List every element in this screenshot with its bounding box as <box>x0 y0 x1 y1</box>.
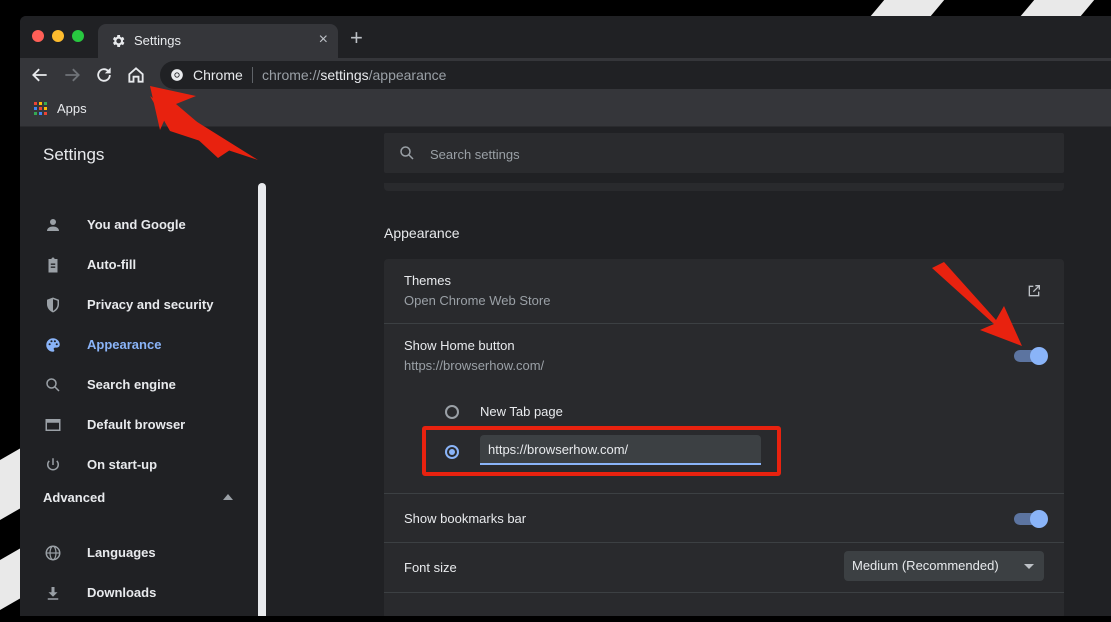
close-window-button[interactable] <box>32 30 44 42</box>
sidebar-item-privacy[interactable]: Privacy and security <box>20 285 256 325</box>
sidebar-item-on-startup[interactable]: On start-up <box>20 445 256 485</box>
section-title-appearance: Appearance <box>384 225 460 241</box>
sidebar-item-default-browser[interactable]: Default browser <box>20 405 256 445</box>
chevron-up-icon[interactable] <box>223 494 233 500</box>
row-divider <box>384 323 1064 324</box>
tab-strip: Settings × + <box>20 16 1111 58</box>
search-input[interactable] <box>428 143 1032 165</box>
url-host: settings <box>320 67 369 83</box>
url-prefix: chrome:// <box>262 67 321 83</box>
row-divider <box>384 592 1064 593</box>
sidebar-item-languages[interactable]: Languages <box>20 533 256 573</box>
appearance-card: Themes Open Chrome Web Store Show Home b… <box>384 259 1064 616</box>
home-button-title: Show Home button <box>404 338 515 353</box>
sidebar-item-label: You and Google <box>87 217 186 232</box>
bookmarks-bar-title: Show bookmarks bar <box>404 511 527 526</box>
bookmarks-bar: Apps <box>20 92 1111 127</box>
sidebar-item-appearance[interactable]: Appearance <box>20 325 256 365</box>
settings-header: Settings <box>20 127 1111 184</box>
themes-title: Themes <box>404 273 451 288</box>
settings-sidebar: You and Google Auto-fill Privacy and sec… <box>20 183 256 616</box>
omnibox-site-label: Chrome <box>193 67 243 83</box>
url-path: /appearance <box>368 67 447 83</box>
tab-settings[interactable]: Settings × <box>98 24 338 58</box>
sidebar-item-you-and-google[interactable]: You and Google <box>20 205 256 245</box>
settings-search-box[interactable] <box>384 133 1064 173</box>
home-button-toggle[interactable] <box>1014 347 1048 365</box>
toolbar: Chrome chrome://settings/appearance <box>20 58 1111 92</box>
minimize-window-button[interactable] <box>52 30 64 42</box>
font-size-title: Font size <box>404 560 457 575</box>
search-icon <box>400 146 414 160</box>
bookmark-apps[interactable]: Apps <box>57 101 87 116</box>
row-divider <box>384 493 1064 494</box>
font-size-select[interactable]: Medium (Recommended) <box>844 551 1044 581</box>
previous-card-bottom <box>384 183 1064 191</box>
row-divider <box>384 542 1064 543</box>
sidebar-item-search-engine[interactable]: Search engine <box>20 365 256 405</box>
background-stripe <box>0 448 20 532</box>
annotation-highlight-box <box>422 426 781 476</box>
toggle-knob <box>1030 510 1048 528</box>
sidebar-item-label: Privacy and security <box>87 297 214 312</box>
bookmarks-bar-toggle[interactable] <box>1014 510 1048 528</box>
background-stripe <box>0 548 20 622</box>
apps-grid-icon[interactable] <box>34 102 48 116</box>
gear-icon <box>112 35 125 47</box>
tab-title: Settings <box>134 33 181 48</box>
address-bar[interactable]: Chrome chrome://settings/appearance <box>160 61 1111 89</box>
browser-icon <box>45 419 61 431</box>
reload-icon[interactable] <box>94 65 114 85</box>
external-link-icon[interactable] <box>1026 283 1042 299</box>
forward-arrow-icon[interactable] <box>62 65 82 85</box>
zoom-window-button[interactable] <box>72 30 84 42</box>
home-icon[interactable] <box>126 65 146 85</box>
sidebar-item-label: Appearance <box>87 337 162 352</box>
sidebar-item-label: Search engine <box>87 377 176 392</box>
sidebar-item-downloads[interactable]: Downloads <box>20 573 256 613</box>
shield-icon <box>47 297 59 313</box>
search-icon <box>46 378 60 392</box>
settings-main: Appearance Themes Open Chrome Web Store … <box>268 183 1111 616</box>
sidebar-item-label: On start-up <box>87 457 158 472</box>
close-tab-button[interactable]: × <box>319 31 328 49</box>
page-title: Settings <box>43 145 105 164</box>
sidebar-item-label: Auto-fill <box>87 257 137 272</box>
sidebar-item-label: Default browser <box>87 417 186 432</box>
person-icon <box>47 219 59 231</box>
radio-new-tab-label: New Tab page <box>480 404 563 419</box>
sidebar-item-label: Languages <box>87 545 156 560</box>
advanced-section-toggle[interactable]: Advanced <box>43 490 105 505</box>
sidebar-scrollbar-thumb[interactable] <box>258 183 266 616</box>
sidebar-item-label: Downloads <box>87 585 157 600</box>
new-tab-button[interactable]: + <box>350 27 363 49</box>
omnibox-url[interactable]: chrome://settings/appearance <box>262 67 446 83</box>
toggle-knob <box>1030 347 1048 365</box>
home-button-url: https://browserhow.com/ <box>404 358 545 373</box>
radio-new-tab-page[interactable] <box>445 405 459 419</box>
globe-icon <box>45 545 61 561</box>
dropdown-arrow-icon <box>1024 564 1034 569</box>
power-icon <box>47 458 59 471</box>
sidebar-item-autofill[interactable]: Auto-fill <box>20 245 256 285</box>
palette-icon <box>46 338 60 352</box>
font-size-value: Medium (Recommended) <box>852 558 999 573</box>
download-icon <box>47 587 59 600</box>
themes-subtitle[interactable]: Open Chrome Web Store <box>404 293 550 308</box>
clipboard-icon <box>48 257 58 273</box>
omnibox-separator <box>252 67 253 83</box>
back-arrow-icon[interactable] <box>30 65 50 85</box>
chrome-icon <box>171 69 183 81</box>
browser-window: Settings × + Chrome chrome://settings/ap… <box>20 16 1111 616</box>
